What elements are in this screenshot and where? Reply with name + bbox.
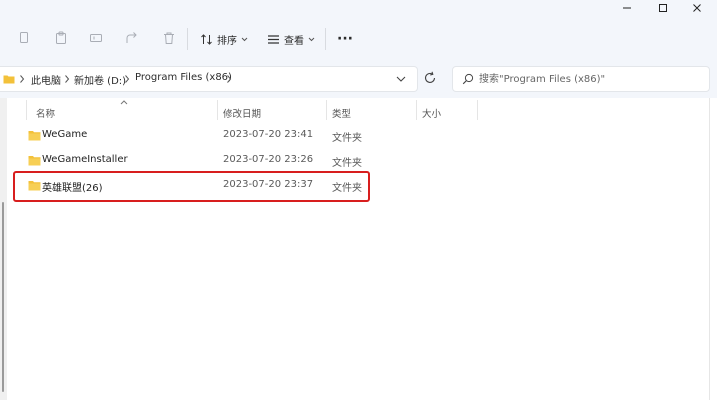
copy-button[interactable] (17, 31, 31, 45)
trash-icon (164, 32, 174, 44)
paste-button[interactable] (54, 31, 68, 45)
command-bar: 排序 查看 ··· (0, 0, 717, 62)
minimize-icon (623, 7, 631, 9)
column-divider[interactable] (217, 100, 218, 120)
address-history-chevron-icon[interactable] (396, 76, 406, 83)
file-name: WeGameInstaller (42, 154, 128, 165)
file-name: WeGame (42, 129, 88, 140)
folder-icon (3, 75, 15, 84)
breadcrumb-this-pc[interactable]: 此电脑 (31, 72, 61, 87)
search-box[interactable] (452, 66, 710, 92)
chevron-right-icon (20, 75, 25, 83)
file-date: 2023-07-20 23:41 (223, 129, 314, 140)
details-pane-divider (709, 98, 710, 400)
toolbar-separator (187, 28, 188, 50)
chevron-down-icon (241, 37, 248, 41)
folder-icon (28, 156, 41, 166)
scrollbar-thumb[interactable] (2, 202, 4, 392)
column-divider[interactable] (416, 100, 417, 120)
share-button[interactable] (125, 31, 139, 45)
sort-button[interactable]: 排序 (200, 30, 248, 48)
toolbar-separator (325, 28, 326, 50)
column-divider (26, 100, 27, 120)
view-list-icon (268, 34, 279, 44)
view-label: 查看 (284, 35, 304, 47)
chevron-down-icon (308, 37, 315, 41)
file-row[interactable]: WeGameInstaller 2023-07-20 23:26 文件夹 (22, 150, 442, 172)
column-header-size[interactable]: 大小 (422, 106, 441, 120)
highlight-box (13, 171, 370, 202)
refresh-icon[interactable] (423, 71, 437, 85)
close-button[interactable] (682, 0, 712, 16)
column-header-name[interactable]: 名称 (36, 106, 55, 120)
maximize-icon (659, 4, 667, 12)
file-date: 2023-07-20 23:26 (223, 154, 314, 165)
breadcrumb-drive-d[interactable]: 新加卷 (D:) (74, 72, 126, 87)
chevron-right-icon (125, 75, 130, 83)
rename-button[interactable] (89, 31, 103, 45)
view-button[interactable]: 查看 (267, 30, 315, 48)
share-icon (126, 32, 137, 43)
rename-icon (90, 34, 102, 42)
search-input[interactable] (479, 71, 704, 87)
chevron-right-icon (227, 75, 232, 83)
navigation-pane-edge (0, 98, 7, 400)
file-type: 文件夹 (332, 158, 362, 169)
chevron-right-icon (65, 75, 70, 83)
address-bar[interactable]: 此电脑 新加卷 (D:) Program Files (x86) (0, 66, 418, 92)
paste-icon (56, 31, 66, 44)
file-type: 文件夹 (332, 133, 362, 144)
delete-button[interactable] (162, 31, 176, 45)
column-divider[interactable] (477, 100, 478, 120)
copy-icon (20, 32, 28, 43)
sort-label: 排序 (217, 35, 237, 47)
column-header-type[interactable]: 类型 (332, 106, 351, 120)
close-icon (693, 4, 701, 12)
column-divider[interactable] (326, 100, 327, 120)
file-row[interactable]: WeGame 2023-07-20 23:41 文件夹 (22, 125, 442, 147)
search-icon (462, 73, 474, 85)
column-header-date[interactable]: 修改日期 (223, 106, 261, 120)
sort-icon (201, 33, 212, 45)
more-icon: ··· (337, 31, 353, 47)
sort-ascending-icon (120, 100, 128, 105)
breadcrumb-program-files-x86[interactable]: Program Files (x86) (135, 72, 232, 83)
more-options-button[interactable]: ··· (337, 30, 353, 48)
folder-icon (28, 131, 41, 141)
minimize-button[interactable] (612, 0, 642, 16)
maximize-button[interactable] (648, 0, 678, 16)
